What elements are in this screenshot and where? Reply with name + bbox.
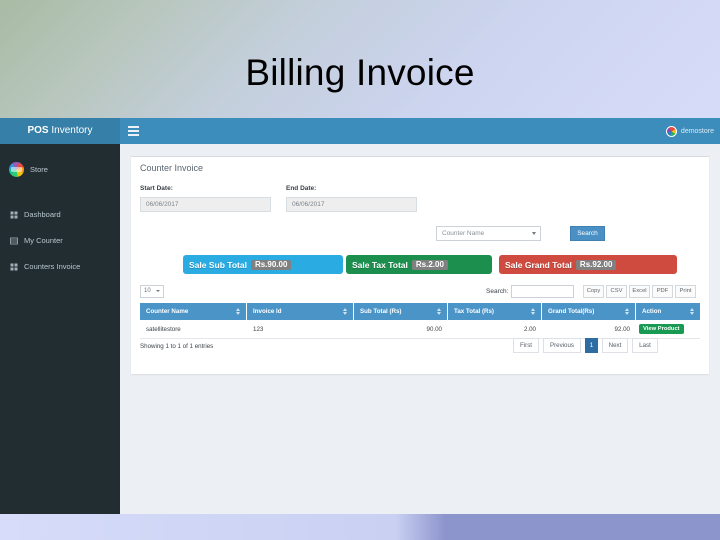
table-header-sub-total[interactable]: Sub Total (Rs) — [354, 303, 448, 320]
sort-icon — [690, 308, 695, 315]
sort-icon — [343, 308, 348, 315]
sale-grand-total-label: Sale Grand Total — [505, 259, 572, 270]
cell-grand-total: 92.00 — [614, 325, 630, 333]
content-area: Counter Invoice Start Date: 06/06/2017 E… — [120, 144, 720, 514]
user-name-label: demostore — [680, 127, 714, 135]
cell-counter-name: satellitestore — [146, 325, 181, 333]
sidebar: Store Dashboard My Counter Counters Invo… — [0, 144, 120, 514]
pagination-last[interactable]: Last — [632, 338, 658, 353]
table-header-tax-total[interactable]: Tax Total (Rs) — [448, 303, 542, 320]
sort-icon — [625, 308, 630, 315]
table-search-filter: Search: — [486, 285, 575, 298]
user-menu[interactable]: demostore — [665, 118, 714, 144]
sale-sub-total-value: Rs.90.00 — [250, 259, 292, 270]
view-product-button[interactable]: View Product — [639, 324, 684, 334]
sale-sub-total-label: Sale Sub Total — [189, 259, 247, 270]
chevron-down-icon — [156, 290, 160, 292]
chevron-down-icon — [532, 232, 536, 235]
sale-tax-total-value: Rs.2.00 — [411, 259, 448, 270]
table-info-label: Showing 1 to 1 of 1 entries — [140, 343, 214, 350]
table-length-select[interactable]: 10 — [140, 285, 164, 298]
sidebar-store-name: Store — [30, 165, 48, 174]
slide-bottom-band-right — [446, 513, 720, 540]
sort-icon — [437, 308, 442, 315]
copy-button[interactable]: Copy — [583, 285, 604, 298]
invoice-icon — [10, 263, 18, 270]
csv-button[interactable]: CSV — [606, 285, 627, 298]
cell-action: View Product — [636, 320, 700, 338]
dashboard-icon — [10, 211, 18, 218]
end-date-label: End Date: — [286, 185, 317, 192]
brand-light-text: Inventory — [48, 125, 93, 136]
pagination-page-1[interactable]: 1 — [585, 338, 598, 353]
start-date-label: Start Date: — [140, 185, 173, 192]
table-header-label: Sub Total (Rs) — [360, 308, 402, 315]
sidebar-store-profile[interactable]: Store — [0, 162, 120, 177]
pagination-previous[interactable]: Previous — [543, 338, 581, 353]
counter-name-select-value: Counter Name — [442, 230, 485, 237]
table-header-label: Action — [642, 308, 662, 315]
hamburger-icon[interactable] — [128, 126, 139, 136]
cell-invoice-id: 123 — [253, 325, 264, 333]
sale-tax-total-label: Sale Tax Total — [352, 259, 408, 270]
sidebar-item-my-counter[interactable]: My Counter — [0, 232, 120, 249]
sidebar-item-label: Dashboard — [24, 210, 61, 219]
table-search-input[interactable] — [511, 285, 575, 298]
sidebar-item-counters-invoice[interactable]: Counters Invoice — [0, 258, 120, 275]
slide-canvas: Billing Invoice POS Inventory demostore … — [0, 0, 720, 540]
cell-sub-total: 90.00 — [426, 325, 442, 333]
table-header-label: Tax Total (Rs) — [454, 308, 494, 315]
table-search-label: Search: — [486, 288, 509, 295]
table-header-counter-name[interactable]: Counter Name — [140, 303, 247, 320]
pagination-next[interactable]: Next — [602, 338, 628, 353]
print-button[interactable]: Print — [675, 285, 696, 298]
table-header-label: Grand Total(Rs) — [548, 308, 595, 315]
cell-tax-total: 2.00 — [523, 325, 536, 333]
table-row: satellitestore 123 90.00 2.00 92.00 View… — [140, 320, 700, 339]
counter-invoice-panel: Counter Invoice Start Date: 06/06/2017 E… — [131, 156, 709, 374]
sale-sub-total-badge: Sale Sub Total Rs.90.00 — [183, 255, 343, 274]
brand-bold-text: POS — [27, 125, 49, 136]
pagination: First Previous 1 Next Last — [513, 338, 658, 353]
pdf-button[interactable]: PDF — [652, 285, 673, 298]
export-button-group: Copy CSV Excel PDF Print — [583, 285, 696, 298]
table-length-value: 10 — [144, 288, 151, 294]
page-title: Billing Invoice — [245, 52, 475, 93]
table-header-invoice-id[interactable]: Invoice Id — [247, 303, 354, 320]
store-avatar-icon — [9, 162, 24, 177]
table-header-action[interactable]: Action — [636, 303, 700, 320]
table-header-row: Counter Name Invoice Id Sub Total (Rs) T… — [140, 303, 700, 320]
end-date-input[interactable]: 06/06/2017 — [286, 197, 417, 212]
table-header-label: Invoice Id — [253, 308, 282, 315]
excel-button[interactable]: Excel — [629, 285, 650, 298]
counter-icon — [10, 237, 18, 244]
sidebar-item-label: Counters Invoice — [24, 262, 81, 271]
sale-grand-total-badge: Sale Grand Total Rs.92.00 — [499, 255, 677, 274]
sort-icon — [531, 308, 536, 315]
counter-name-select[interactable]: Counter Name — [436, 226, 541, 241]
app-screenshot: POS Inventory demostore Store Dashboard … — [0, 118, 720, 514]
table-header-label: Counter Name — [146, 308, 189, 315]
avatar-icon — [665, 125, 677, 137]
sidebar-item-dashboard[interactable]: Dashboard — [0, 206, 120, 223]
sale-tax-total-badge: Sale Tax Total Rs.2.00 — [346, 255, 492, 274]
search-button[interactable]: Search — [570, 226, 605, 241]
pagination-first[interactable]: First — [513, 338, 539, 353]
sale-grand-total-value: Rs.92.00 — [575, 259, 617, 270]
invoice-table: Counter Name Invoice Id Sub Total (Rs) T… — [140, 303, 700, 339]
start-date-input[interactable]: 06/06/2017 — [140, 197, 271, 212]
table-header-grand-total[interactable]: Grand Total(Rs) — [542, 303, 636, 320]
sort-icon — [236, 308, 241, 315]
app-topbar: POS Inventory demostore — [0, 118, 720, 144]
app-brand-logo[interactable]: POS Inventory — [0, 118, 120, 144]
panel-title: Counter Invoice — [140, 163, 204, 173]
sidebar-item-label: My Counter — [24, 236, 63, 245]
